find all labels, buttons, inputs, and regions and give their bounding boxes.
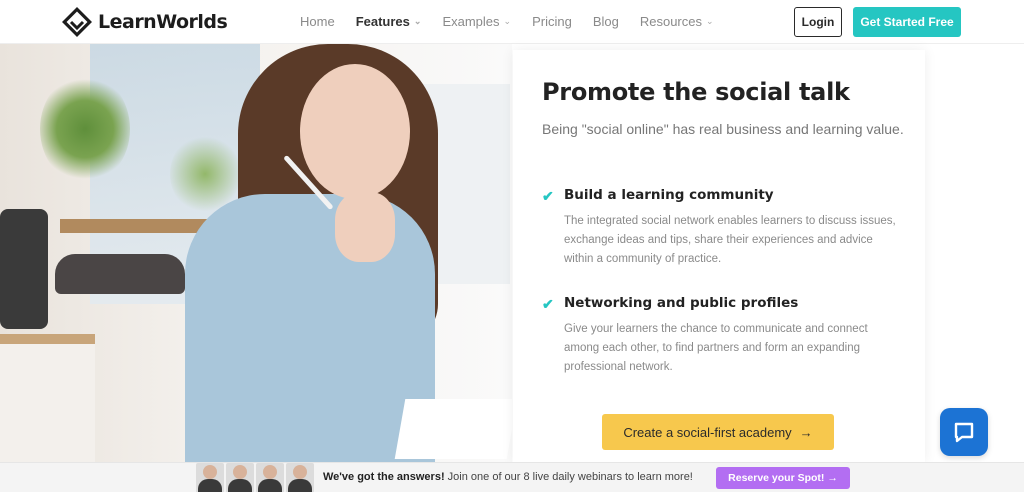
chevron-down-icon: ⌄ [705,16,714,26]
check-icon: ✔ [542,296,554,312]
host-avatars [196,463,316,492]
reserve-label: Reserve your Spot! [728,472,825,484]
nav-label: Home [300,14,335,29]
learnworlds-logo-icon [62,7,92,37]
avatar [256,463,284,492]
chevron-down-icon: ⌄ [503,16,512,26]
avatar [286,463,314,492]
nav-label: Pricing [532,14,572,29]
create-academy-button[interactable]: Create a social-first academy → [602,414,834,450]
feature-description: The integrated social network enables le… [564,215,896,265]
webinar-banner: We've got the answers! Join one of our 8… [0,462,1024,492]
banner-text: We've got the answers! Join one of our 8… [323,471,693,483]
logo[interactable]: LearnWorlds [62,7,228,37]
logo-text: LearnWorlds [98,11,228,33]
nav-label: Resources [639,14,702,29]
page-subtitle: Being "social online" has real business … [542,121,904,137]
banner-bold-text: We've got the answers! [323,471,445,483]
nav-item-home[interactable]: Home [300,14,335,29]
nav-label: Examples [442,14,500,29]
banner-body-text: Join one of our 8 live daily webinars to… [444,471,693,483]
chat-icon [954,422,974,443]
nav-item-features[interactable]: Features ⌄ [356,14,422,29]
avatar [196,463,224,492]
avatar [226,463,254,492]
login-button[interactable]: Login [794,7,842,37]
arrow-right-icon: → [827,472,838,484]
page-title: Promote the social talk [542,78,850,106]
nav-item-examples[interactable]: Examples ⌄ [442,14,511,29]
nav-item-pricing[interactable]: Pricing [532,14,572,29]
reserve-spot-button[interactable]: Reserve your Spot! → [716,467,850,489]
site-header: LearnWorlds Home Features ⌄ Examples ⌄ Pri… [0,0,1024,44]
hero-photo [0,44,512,462]
nav-item-resources[interactable]: Resources ⌄ [640,14,714,29]
check-icon: ✔ [542,188,554,204]
feature-title: Networking and public profiles [564,295,799,311]
main-nav: Home Features ⌄ Examples ⌄ Pricing Blog Re… [300,14,735,29]
cta-label: Create a social-first academy [623,424,792,440]
nav-item-blog[interactable]: Blog [593,14,619,29]
get-started-button[interactable]: Get Started Free [853,7,961,37]
feature-description: Give your learners the chance to communi… [564,323,868,373]
chat-button[interactable] [940,408,988,456]
nav-label: Features [355,14,410,29]
chevron-down-icon: ⌄ [413,16,422,26]
arrow-right-icon: → [799,424,813,440]
feature-title: Build a learning community [564,187,774,203]
feature-card: Promote the social talk Being "social on… [513,50,925,462]
nav-label: Blog [592,14,619,29]
